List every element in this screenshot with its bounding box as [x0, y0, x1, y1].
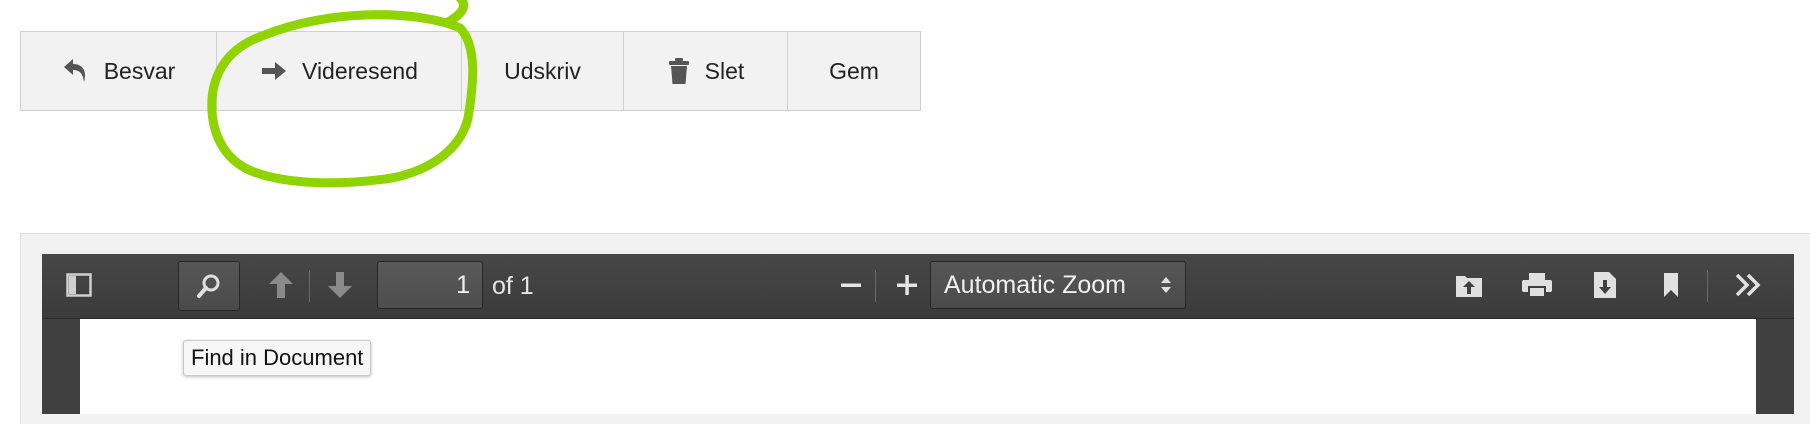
zoom-select-value: Automatic Zoom [944, 271, 1127, 299]
zoom-in-button[interactable] [892, 262, 922, 308]
plus-icon [897, 275, 917, 295]
download-button[interactable] [1582, 262, 1628, 308]
forward-button[interactable]: Videresend [217, 32, 462, 110]
arrow-up-icon [269, 272, 293, 298]
page-count-label: of 1 [492, 272, 534, 300]
find-tooltip: Find in Document [183, 340, 372, 376]
pdf-toolbar: 1 of 1 Automatic Zoom [42, 254, 1794, 319]
open-file-button[interactable] [1447, 262, 1493, 308]
message-action-toolbar: Besvar Videresend Udskriv Slet Gem [20, 31, 921, 111]
zoom-select[interactable]: Automatic Zoom [930, 261, 1186, 309]
print-document-button[interactable] [1514, 262, 1560, 308]
trash-icon [667, 57, 691, 85]
save-label: Gem [829, 57, 879, 84]
delete-button[interactable]: Slet [624, 32, 788, 110]
sidebar-icon [66, 273, 92, 297]
print-button[interactable]: Udskriv [462, 32, 624, 110]
forward-arrow-icon [260, 59, 288, 83]
sidebar-toggle-button[interactable] [56, 262, 102, 308]
printer-icon [1522, 273, 1552, 298]
reply-icon [62, 56, 90, 86]
tools-button[interactable] [1726, 262, 1772, 308]
zoom-out-button[interactable] [828, 262, 874, 308]
forward-label: Videresend [302, 57, 418, 84]
next-page-button[interactable] [317, 262, 363, 308]
print-label: Udskriv [504, 57, 581, 84]
toolbar-separator [875, 270, 876, 302]
arrow-down-icon [328, 272, 352, 298]
reply-label: Besvar [103, 57, 176, 84]
select-caret-icon [1161, 277, 1171, 293]
delete-label: Slet [704, 57, 745, 84]
save-button[interactable]: Gem [788, 32, 920, 110]
open-file-icon [1456, 276, 1482, 297]
toolbar-separator [309, 270, 310, 302]
bookmark-icon [1664, 273, 1678, 297]
pdf-viewer: 1 of 1 Automatic Zoom [42, 254, 1794, 414]
page-number-input[interactable]: 1 [377, 261, 483, 309]
minus-icon [841, 283, 861, 287]
search-icon [197, 274, 220, 298]
download-icon [1594, 272, 1616, 298]
previous-page-button[interactable] [258, 262, 304, 308]
toolbar-separator [1707, 270, 1708, 302]
reply-button[interactable]: Besvar [21, 32, 217, 110]
bookmark-button[interactable] [1648, 262, 1694, 308]
double-chevron-right-icon [1735, 273, 1761, 297]
find-button[interactable] [178, 261, 240, 311]
